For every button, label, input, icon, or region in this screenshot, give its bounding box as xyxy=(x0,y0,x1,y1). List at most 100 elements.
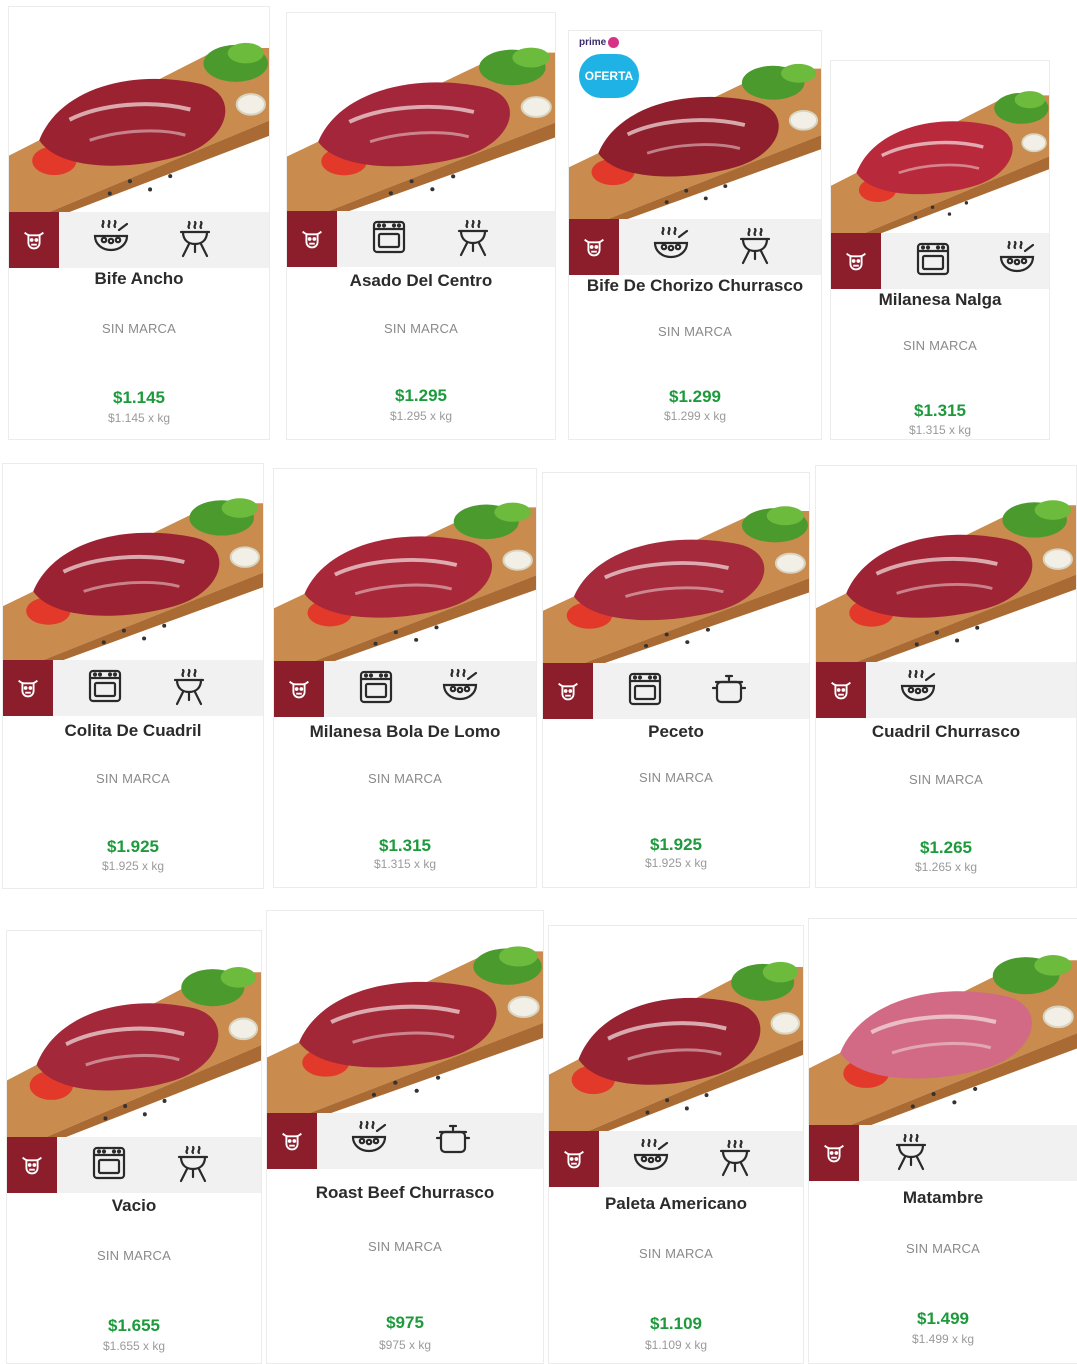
grill-icon xyxy=(713,1135,757,1184)
cooking-methods-bar xyxy=(287,211,555,267)
cow-icon xyxy=(287,211,337,267)
oven-icon xyxy=(83,664,127,713)
product-unit-price: $1.315 x kg xyxy=(373,857,437,871)
product-card[interactable]: Peceto SIN MARCA $1.925 $1.925 x kg xyxy=(542,472,810,888)
product-card[interactable]: Paleta Americano SIN MARCA $1.109 $1.109 x … xyxy=(548,925,804,1364)
sartén-icon xyxy=(438,665,482,714)
product-price: $1.145 xyxy=(113,388,165,407)
product-image[interactable] xyxy=(9,7,269,212)
cow-icon xyxy=(543,663,593,719)
grill-icon xyxy=(173,216,217,265)
product-name[interactable]: Paleta Americano xyxy=(549,1194,803,1214)
product-image[interactable] xyxy=(267,911,543,1113)
grill-icon xyxy=(451,215,495,264)
product-card[interactable]: Bife Ancho SIN MARCA $1.145 $1.145 x kg xyxy=(8,6,270,440)
product-unit-price: $1.145 x kg xyxy=(107,411,171,425)
cow-icon xyxy=(549,1131,599,1187)
product-name[interactable]: Vacio xyxy=(7,1196,261,1216)
sartén-icon xyxy=(995,237,1039,286)
product-name[interactable]: Cuadril Churrasco xyxy=(816,722,1076,742)
product-unit-price: $1.315 x kg xyxy=(908,423,972,437)
product-price: $1.295 xyxy=(395,386,447,405)
product-image[interactable] xyxy=(831,61,1049,233)
product-image[interactable] xyxy=(543,473,809,663)
product-brand: SIN MARCA xyxy=(905,1241,981,1256)
product-image[interactable] xyxy=(3,464,263,660)
product-card[interactable]: prime OFERTA Bife De Chorizo Churrasco SIN… xyxy=(568,30,822,440)
product-card[interactable]: Roast Beef Churrasco SIN MARCA $975 $975 x … xyxy=(266,910,544,1364)
oferta-badge: OFERTA xyxy=(579,54,639,98)
cow-icon xyxy=(809,1125,859,1181)
cooking-icons xyxy=(619,223,777,272)
product-image[interactable] xyxy=(7,931,261,1137)
oven-icon xyxy=(87,1141,131,1190)
oven-icon xyxy=(911,237,955,286)
cow-icon xyxy=(274,661,324,717)
product-brand: SIN MARCA xyxy=(96,1248,172,1263)
oven-icon xyxy=(367,215,411,264)
product-price: $1.299 xyxy=(669,387,721,406)
product-unit-price: $1.295 x kg xyxy=(389,409,453,423)
cooking-icons xyxy=(59,216,217,265)
cow-icon xyxy=(569,219,619,275)
product-name[interactable]: Asado Del Centro xyxy=(287,271,555,291)
promo-badges: prime OFERTA xyxy=(579,37,639,98)
product-card[interactable]: Milanesa Bola De Lomo SIN MARCA $1.315 $1.3… xyxy=(273,468,537,888)
product-name[interactable]: Milanesa Nalga xyxy=(831,290,1049,310)
cow-icon xyxy=(9,212,59,268)
product-unit-price: $1.109 x kg xyxy=(644,1338,708,1352)
product-name[interactable]: Bife Ancho xyxy=(9,269,269,289)
product-brand: SIN MARCA xyxy=(95,771,171,786)
cooking-icons xyxy=(866,666,940,715)
cow-icon xyxy=(7,1137,57,1193)
cow-icon xyxy=(3,660,53,716)
product-card[interactable]: Colita De Cuadril SIN MARCA $1.925 $1.925 x… xyxy=(2,463,264,889)
product-name[interactable]: Colita De Cuadril xyxy=(3,721,263,741)
product-unit-price: $1.265 x kg xyxy=(914,860,978,874)
product-image[interactable] xyxy=(287,13,555,211)
product-name[interactable]: Bife De Chorizo Churrasco xyxy=(569,276,821,296)
product-card[interactable]: Milanesa Nalga SIN MARCA $1.315 $1.315 x kg xyxy=(830,60,1050,440)
cooking-icons xyxy=(881,237,1039,286)
product-brand: SIN MARCA xyxy=(638,770,714,785)
cow-icon xyxy=(816,662,866,718)
product-card[interactable]: Asado Del Centro SIN MARCA $1.295 $1.295 x … xyxy=(286,12,556,440)
cooking-methods-bar xyxy=(816,662,1076,718)
product-price: $1.655 xyxy=(108,1316,160,1335)
product-price: $1.499 xyxy=(917,1309,969,1328)
cooking-icons xyxy=(599,1135,757,1184)
product-image[interactable] xyxy=(549,926,803,1131)
product-name[interactable]: Matambre xyxy=(809,1188,1077,1208)
cooking-methods-bar xyxy=(274,661,536,717)
product-name[interactable]: Roast Beef Churrasco xyxy=(267,1183,543,1203)
product-unit-price: $975 x kg xyxy=(378,1338,432,1352)
grill-icon xyxy=(733,223,777,272)
sartén-icon xyxy=(347,1117,391,1166)
product-card[interactable]: Cuadril Churrasco SIN MARCA $1.265 $1.265 x… xyxy=(815,465,1077,888)
cooking-methods-bar xyxy=(3,660,263,716)
product-name[interactable]: Milanesa Bola De Lomo xyxy=(274,722,536,742)
pot-icon xyxy=(431,1117,475,1166)
product-price: $1.109 xyxy=(650,1314,702,1333)
product-card[interactable]: Matambre SIN MARCA $1.499 $1.499 x kg xyxy=(808,918,1077,1364)
product-brand: SIN MARCA xyxy=(908,772,984,787)
product-unit-price: $1.299 x kg xyxy=(663,409,727,423)
cow-icon xyxy=(831,233,881,289)
product-card[interactable]: Vacio SIN MARCA $1.655 $1.655 x kg xyxy=(6,930,262,1364)
product-price: $975 xyxy=(386,1313,424,1332)
product-name[interactable]: Peceto xyxy=(543,722,809,742)
sartén-icon xyxy=(649,223,693,272)
cooking-methods-bar xyxy=(543,663,809,719)
product-price: $1.265 xyxy=(920,838,972,857)
grill-icon xyxy=(889,1129,933,1178)
cooking-icons xyxy=(53,664,211,713)
product-image[interactable] xyxy=(274,469,536,661)
sartén-icon xyxy=(89,216,133,265)
cooking-methods-bar xyxy=(9,212,269,268)
cooking-methods-bar xyxy=(549,1131,803,1187)
cooking-icons xyxy=(859,1129,933,1178)
cooking-icons xyxy=(57,1141,215,1190)
product-image[interactable] xyxy=(816,466,1076,662)
product-brand: SIN MARCA xyxy=(383,321,459,336)
product-image[interactable] xyxy=(809,919,1077,1125)
